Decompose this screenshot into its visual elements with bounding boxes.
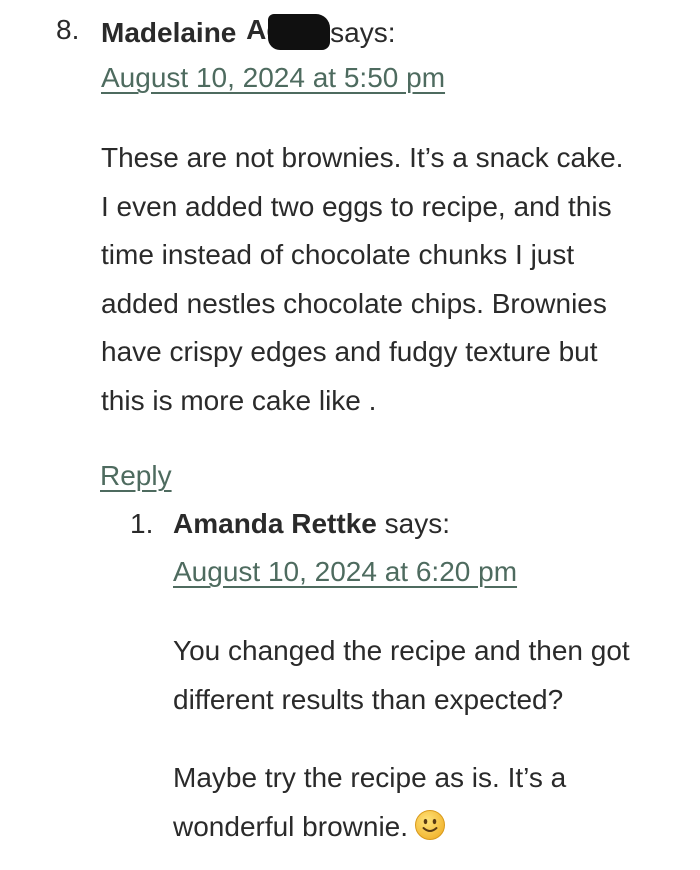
comment-body-line: this is more cake like .: [101, 384, 377, 416]
comment-date-link[interactable]: August 10, 2024 at 5:50 pm: [101, 62, 445, 94]
comment-author-name[interactable]: Madelaine: [101, 17, 236, 48]
comment-body-line: have crispy edges and fudgy texture but: [101, 336, 598, 367]
reply-author-name[interactable]: Amanda Rettke: [173, 508, 377, 539]
redaction-scribble: Ad: [244, 14, 331, 50]
comment-author-line: Madelaine Ad says:: [101, 14, 396, 50]
reply-body-paragraph-2: Maybe try the recipe as is. It’s a wonde…: [173, 754, 693, 856]
comment-number: 8.: [56, 14, 80, 45]
reply-body-line-with-emoji: wonderful brownie.: [173, 803, 693, 857]
reply-date-link[interactable]: August 10, 2024 at 6:20 pm: [173, 556, 517, 588]
reply-body-line: different results than expected?: [173, 683, 564, 715]
reply-body-line: You changed the recipe and then got: [173, 635, 630, 666]
reply-says-label: says:: [384, 508, 450, 539]
reply-number: 1.: [130, 508, 154, 539]
slightly-smiling-face-icon: [414, 808, 446, 857]
comment-body: These are not brownies. It’s a snack cak…: [101, 134, 691, 425]
reply-body-text: wonderful brownie.: [173, 810, 409, 842]
comment-body-line: time instead of chocolate chunks I just: [101, 239, 575, 270]
comment-body-line: I even added two eggs to recipe, and thi…: [101, 190, 612, 222]
reply-body-paragraph-1: You changed the recipe and then got diff…: [173, 627, 693, 724]
comment-body-line: These are not brownies. It’s a snack cak…: [101, 142, 624, 173]
reply-author-line: Amanda Rettke says:: [173, 508, 450, 540]
comment-body-line: added nestles chocolate chips. Brownies: [101, 287, 607, 319]
reply-body-line: Maybe try the recipe as is. It’s a: [173, 762, 567, 793]
comment-says-label: says:: [330, 17, 396, 48]
reply-link[interactable]: Reply: [100, 460, 172, 492]
